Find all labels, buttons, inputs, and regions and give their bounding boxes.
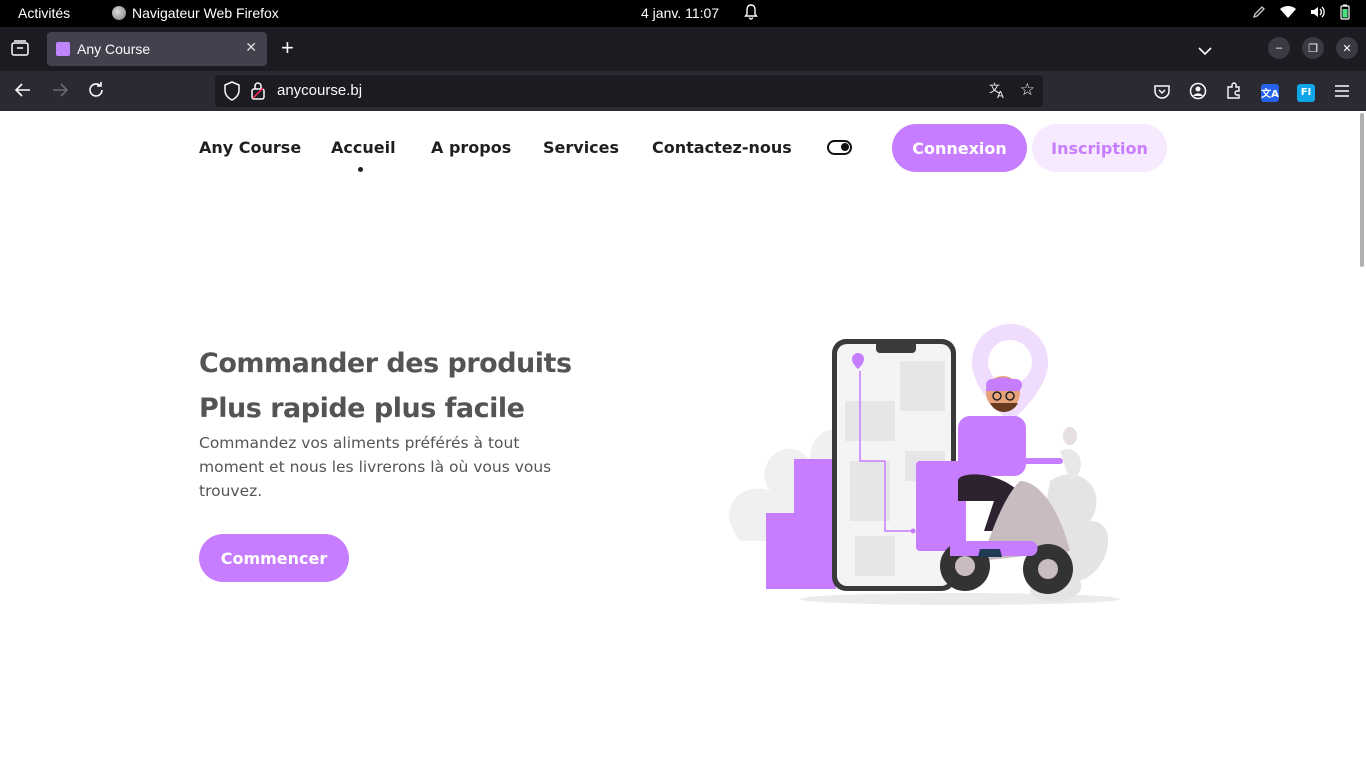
firefox-view-icon[interactable] bbox=[11, 40, 29, 60]
start-button[interactable]: Commencer bbox=[199, 534, 349, 582]
pocket-icon[interactable] bbox=[1150, 79, 1174, 103]
window-controls: – ❐ ✕ bbox=[1268, 37, 1358, 59]
url-bar[interactable]: anycourse.bj 文A ☆ bbox=[215, 75, 1043, 107]
activities-button[interactable]: Activités bbox=[18, 5, 70, 21]
bookmark-star-icon[interactable]: ☆ bbox=[1020, 80, 1035, 100]
close-window-button[interactable]: ✕ bbox=[1336, 37, 1358, 59]
site-favicon-icon bbox=[56, 42, 70, 56]
back-arrow-icon[interactable] bbox=[14, 81, 32, 103]
tab-title: Any Course bbox=[77, 41, 151, 57]
delivery-scooter-illustration bbox=[729, 324, 1120, 605]
system-top-bar: Activités Navigateur Web Firefox 4 janv.… bbox=[0, 0, 1366, 27]
brand-link[interactable]: Any Course bbox=[199, 138, 301, 157]
battery-icon bbox=[1340, 4, 1350, 23]
toggle-knob bbox=[841, 143, 849, 151]
site-header: Any Course Accueil A propos Services Con… bbox=[199, 124, 1167, 172]
reload-icon[interactable] bbox=[87, 81, 105, 103]
fi-extension-icon[interactable]: FI bbox=[1294, 79, 1318, 103]
restore-button[interactable]: ❐ bbox=[1302, 37, 1324, 59]
clock[interactable]: 4 janv. 11:07 bbox=[641, 5, 719, 21]
hero-subtitle: Commandez vos aliments préférés à tout m… bbox=[199, 434, 552, 500]
system-tray[interactable] bbox=[1252, 4, 1350, 23]
extensions-puzzle-icon[interactable] bbox=[1222, 79, 1246, 103]
tab-any-course[interactable]: Any Course ✕ bbox=[47, 32, 267, 66]
menu-hamburger-icon[interactable] bbox=[1330, 79, 1354, 103]
close-tab-icon[interactable]: ✕ bbox=[245, 39, 257, 56]
wifi-icon bbox=[1280, 5, 1296, 22]
translate-icon[interactable]: 文A bbox=[989, 81, 1007, 103]
signup-button[interactable]: Inscription bbox=[1032, 124, 1167, 172]
tracking-protection-shield-icon[interactable] bbox=[223, 81, 241, 105]
firefox-icon bbox=[112, 6, 126, 20]
list-all-tabs-icon[interactable] bbox=[1198, 41, 1212, 60]
tab-strip: Any Course ✕ + – ❐ ✕ bbox=[0, 27, 1366, 71]
web-page: Any Course Accueil A propos Services Con… bbox=[0, 111, 1366, 768]
page-scrollbar[interactable] bbox=[1360, 113, 1364, 267]
nav-link-services[interactable]: Services bbox=[543, 138, 619, 157]
toolbar-extensions: 文A FI bbox=[1150, 79, 1354, 103]
minimize-button[interactable]: – bbox=[1268, 37, 1290, 59]
theme-toggle[interactable] bbox=[827, 140, 852, 155]
new-tab-button[interactable]: + bbox=[281, 36, 294, 60]
pencil-icon bbox=[1252, 5, 1266, 22]
forward-arrow-icon[interactable] bbox=[51, 81, 69, 103]
url-text[interactable]: anycourse.bj bbox=[277, 82, 362, 99]
app-name: Navigateur Web Firefox bbox=[132, 5, 279, 21]
insecure-lock-icon[interactable] bbox=[251, 82, 265, 104]
nav-link-contact[interactable]: Contactez-nous bbox=[652, 138, 792, 157]
app-menu[interactable]: Navigateur Web Firefox bbox=[112, 5, 279, 21]
active-nav-indicator bbox=[358, 167, 363, 172]
translator-extension-icon[interactable]: 文A bbox=[1258, 79, 1282, 103]
nav-link-about[interactable]: A propos bbox=[431, 138, 511, 157]
svg-text:A: A bbox=[997, 90, 1004, 99]
hero-title-line-1: Commander des produits bbox=[199, 348, 572, 379]
notification-bell-icon[interactable] bbox=[744, 4, 758, 23]
hero-title-line-2: Plus rapide plus facile bbox=[199, 393, 525, 424]
hero-title: Commander des produits Plus rapide plus … bbox=[199, 341, 639, 431]
login-button[interactable]: Connexion bbox=[892, 124, 1027, 172]
volume-icon bbox=[1310, 5, 1326, 22]
navigation-toolbar: anycourse.bj 文A ☆ 文A FI bbox=[0, 71, 1366, 111]
account-icon[interactable] bbox=[1186, 79, 1210, 103]
nav-link-home[interactable]: Accueil bbox=[331, 138, 396, 157]
